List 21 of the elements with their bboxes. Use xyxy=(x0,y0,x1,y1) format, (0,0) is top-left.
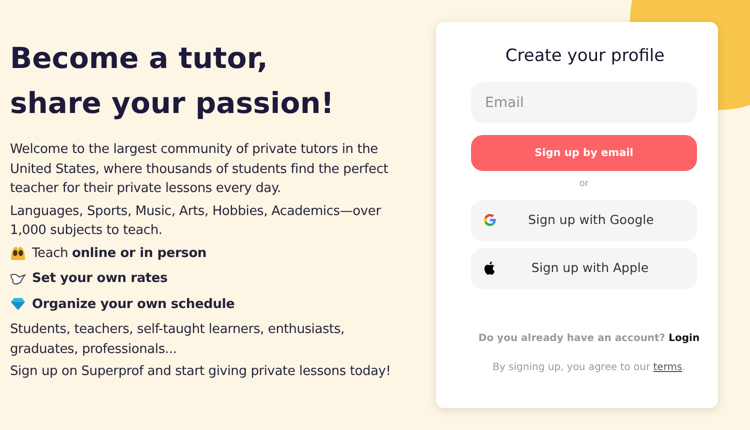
login-prompt: Do you already have an account? Login xyxy=(477,332,701,346)
intro-paragraph: Welcome to the largest community of private tutors in the United States, where thousands of students find the perfect teacher for their private lessons every day. xyxy=(10,141,390,198)
terms-note: By signing up, you agree to our terms. xyxy=(492,360,686,375)
intro-paragraph: Sign up on Superprof and start giving private lessons today! xyxy=(10,363,392,381)
login-link[interactable]: Login xyxy=(668,332,700,344)
feature-text: Teach online or in person xyxy=(32,244,206,262)
divider-text: or xyxy=(579,179,589,190)
gem-icon xyxy=(10,297,26,312)
terms-link[interactable]: terms xyxy=(653,362,682,373)
apple-signup-button[interactable]: Sign up with Apple xyxy=(471,248,697,289)
bird-icon xyxy=(10,272,26,286)
intro-paragraph: Languages, Sports, Music, Arts, Hobbies, Academics—over 1,000 subjects to teach. xyxy=(10,202,382,240)
feature-text: Organize your own schedule xyxy=(32,296,235,314)
page-heading: Become a tutor, share your passion! xyxy=(10,40,335,122)
card-title: Create your profile xyxy=(504,46,666,66)
intro-paragraph: Students, teachers, self-taught learners, enthusiasts, graduates, professionals... xyxy=(10,321,346,358)
feature-text: Set your own rates xyxy=(32,270,168,288)
google-signup-button[interactable]: Sign up with Google xyxy=(471,200,697,241)
email-field[interactable]: Email xyxy=(471,82,697,124)
apple-icon xyxy=(483,261,495,276)
google-icon xyxy=(483,213,497,228)
